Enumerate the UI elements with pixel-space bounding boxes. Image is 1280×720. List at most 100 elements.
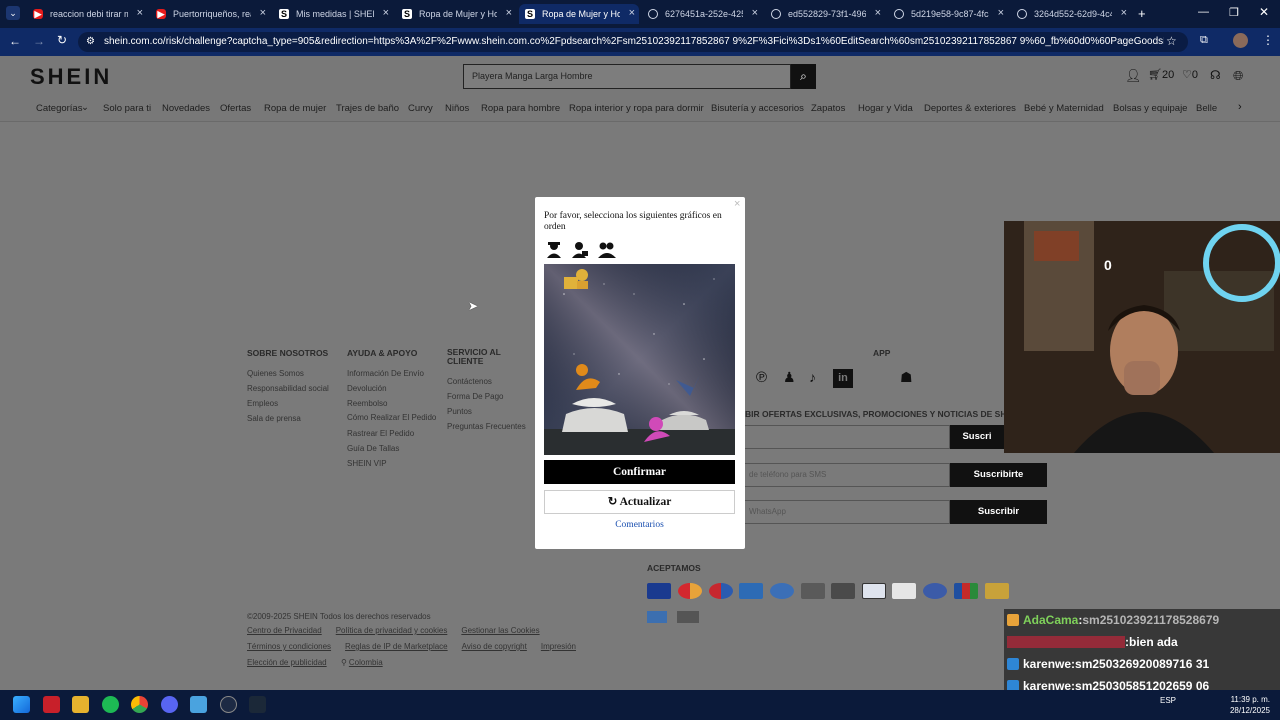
legal-link[interactable]: Gestionar las Cookies — [461, 623, 539, 638]
tab[interactable]: ed552829-73f1-4960 × — [765, 4, 885, 24]
close-window-icon[interactable]: ✕ — [1259, 5, 1269, 19]
legal-link[interactable]: Política de privacidad y cookies — [336, 623, 448, 638]
nav-item[interactable]: Novedades — [162, 103, 210, 114]
captcha-night-sky-image[interactable] — [544, 264, 735, 455]
footer-link[interactable]: Guía De Tallas — [347, 441, 442, 456]
legal-link[interactable]: Impresión — [541, 639, 576, 654]
site-info-icon[interactable]: ⚙ — [86, 36, 95, 47]
footer-link[interactable]: Sala de prensa — [247, 411, 342, 426]
close-icon[interactable]: × — [734, 198, 740, 210]
tab[interactable]: 3264d552-62d9-4c4 × — [1011, 4, 1131, 24]
country-selector[interactable]: ⚲ Colombia — [341, 655, 383, 670]
nav-item[interactable]: Bebé y Maternidad — [1024, 103, 1104, 114]
legal-link[interactable]: Términos y condiciones — [247, 639, 331, 654]
close-tab-icon[interactable]: × — [752, 7, 758, 19]
close-tab-icon[interactable]: × — [383, 7, 389, 19]
clock[interactable]: 11:39 p. m. 28/12/2025 — [1224, 694, 1270, 716]
nav-item[interactable]: Hogar y Vida — [858, 103, 913, 114]
nav-item[interactable]: Bolsas y equipaje — [1113, 103, 1187, 114]
footer-link[interactable]: Contáctenos — [447, 374, 532, 389]
close-tab-icon[interactable]: × — [137, 7, 143, 19]
close-tab-icon[interactable]: × — [998, 7, 1004, 19]
legal-link[interactable]: Aviso de copyright — [462, 639, 527, 654]
discord-icon[interactable] — [161, 696, 178, 713]
footer-link[interactable]: SHEIN VIP — [347, 456, 442, 471]
feedback-link[interactable]: Comentarios — [544, 520, 735, 530]
tab[interactable]: 6276451a-252e-4252 × — [642, 4, 762, 24]
android-icon[interactable]: ☗ — [900, 369, 913, 386]
shein-logo[interactable]: SHEIN — [30, 64, 112, 90]
footer-link[interactable]: Responsabilidad social — [247, 381, 342, 396]
subscribe-button[interactable]: Suscri — [950, 425, 1004, 449]
nav-item[interactable]: Solo para ti — [103, 103, 151, 114]
close-tab-icon[interactable]: × — [506, 7, 512, 19]
spotify-icon[interactable] — [102, 696, 119, 713]
legal-link[interactable]: Centro de Privacidad — [247, 623, 322, 638]
close-tab-icon[interactable]: × — [875, 7, 881, 19]
pinterest-icon[interactable]: ℗ — [756, 369, 767, 386]
tiktok-icon[interactable]: ♪ — [809, 369, 816, 385]
footer-link[interactable]: Cómo Realizar El Pedido — [347, 413, 442, 423]
linkedin-icon[interactable]: in — [833, 369, 853, 388]
nav-next-icon[interactable]: › — [1238, 101, 1242, 113]
footer-link[interactable]: Quienes Somos — [247, 366, 342, 381]
tab[interactable]: ▶ reaccion debi tirar mi × — [27, 4, 147, 24]
nav-item[interactable]: Bisutería y accesorios — [711, 103, 804, 114]
reload-icon[interactable]: ↻ — [57, 33, 67, 47]
support-headset-icon[interactable]: ☊ — [1210, 68, 1221, 82]
file-explorer-icon[interactable] — [72, 696, 89, 713]
footer-link[interactable]: Reembolso — [347, 396, 442, 411]
close-tab-icon[interactable]: × — [260, 7, 266, 19]
globe-icon[interactable]: 🌐︎ — [1233, 68, 1243, 84]
profile-avatar[interactable] — [1233, 33, 1248, 48]
tab[interactable]: S Mis medidas | SHEIN × — [273, 4, 393, 24]
refresh-button[interactable]: ↻ Actualizar — [544, 490, 735, 514]
footer-link[interactable]: Puntos — [447, 404, 532, 419]
search-icon[interactable]: ⌕ — [791, 64, 816, 89]
tab[interactable]: S Ropa de Mujer y Hom × — [396, 4, 516, 24]
nav-item[interactable]: Ofertas — [220, 103, 251, 114]
subscribe-sms-button[interactable]: Suscribirte — [950, 463, 1047, 487]
phone-input[interactable]: de teléfono para SMS — [740, 463, 950, 487]
close-tab-icon[interactable]: × — [629, 7, 635, 19]
nav-item[interactable]: Categorías — [36, 103, 82, 114]
tab-search-icon[interactable]: ⌄ — [6, 6, 20, 20]
nav-item[interactable]: Deportes & exteriores — [924, 103, 1016, 114]
nav-item[interactable]: Zapatos — [811, 103, 845, 114]
nav-item[interactable]: Ropa interior y ropa para dormir — [569, 103, 704, 114]
url-text[interactable]: shein.com.co/risk/challenge?captcha_type… — [104, 33, 1164, 51]
footer-link[interactable]: Empleos — [247, 396, 342, 411]
search-input[interactable]: Playera Manga Larga Hombre — [463, 64, 791, 89]
captcha-image[interactable] — [544, 264, 735, 455]
chrome-icon[interactable] — [131, 696, 148, 713]
footer-link[interactable]: Preguntas Frecuentes — [447, 419, 532, 434]
bookmark-star-icon[interactable]: ☆ — [1166, 34, 1177, 48]
whatsapp-input[interactable]: WhatsApp — [740, 500, 950, 524]
app-news-icon[interactable] — [43, 696, 60, 713]
nav-item[interactable]: Curvy — [408, 103, 433, 114]
nav-item[interactable]: Ropa para hombre — [481, 103, 560, 114]
restore-icon[interactable]: ❐ — [1229, 6, 1239, 19]
snapchat-icon[interactable]: ♟ — [783, 369, 796, 386]
language-indicator[interactable]: ESP — [1160, 696, 1176, 705]
back-arrow-icon[interactable]: ← — [9, 34, 21, 48]
confirm-button[interactable]: Confirmar — [544, 460, 735, 484]
nav-item[interactable]: Niños — [445, 103, 469, 114]
footer-link[interactable]: Rastrear El Pedido — [347, 426, 442, 441]
chevron-down-icon[interactable]: ⌄ — [81, 102, 89, 113]
obs-icon[interactable] — [220, 696, 237, 713]
user-icon[interactable]: 👤︎ — [1125, 68, 1142, 84]
footer-link[interactable]: Información De Envío — [347, 366, 442, 381]
subscribe-whatsapp-button[interactable]: Suscribir — [950, 500, 1047, 524]
nav-item[interactable]: Belle — [1196, 103, 1217, 114]
nav-item[interactable]: Trajes de baño — [336, 103, 399, 114]
steam-icon[interactable] — [249, 696, 266, 713]
footer-link[interactable]: Forma De Pago — [447, 389, 532, 404]
cart-button[interactable]: 🛒︎ 20 — [1148, 68, 1174, 82]
legal-link[interactable]: Reglas de IP de Marketplace — [345, 639, 448, 654]
extensions-icon[interactable]: ⧉ — [1200, 34, 1208, 47]
forward-arrow-icon[interactable]: → — [33, 34, 45, 48]
tab[interactable]: ▶ Puertorriqueños, reacc × — [150, 4, 270, 24]
nav-item[interactable]: Ropa de mujer — [264, 103, 326, 114]
email-input[interactable] — [740, 425, 950, 449]
